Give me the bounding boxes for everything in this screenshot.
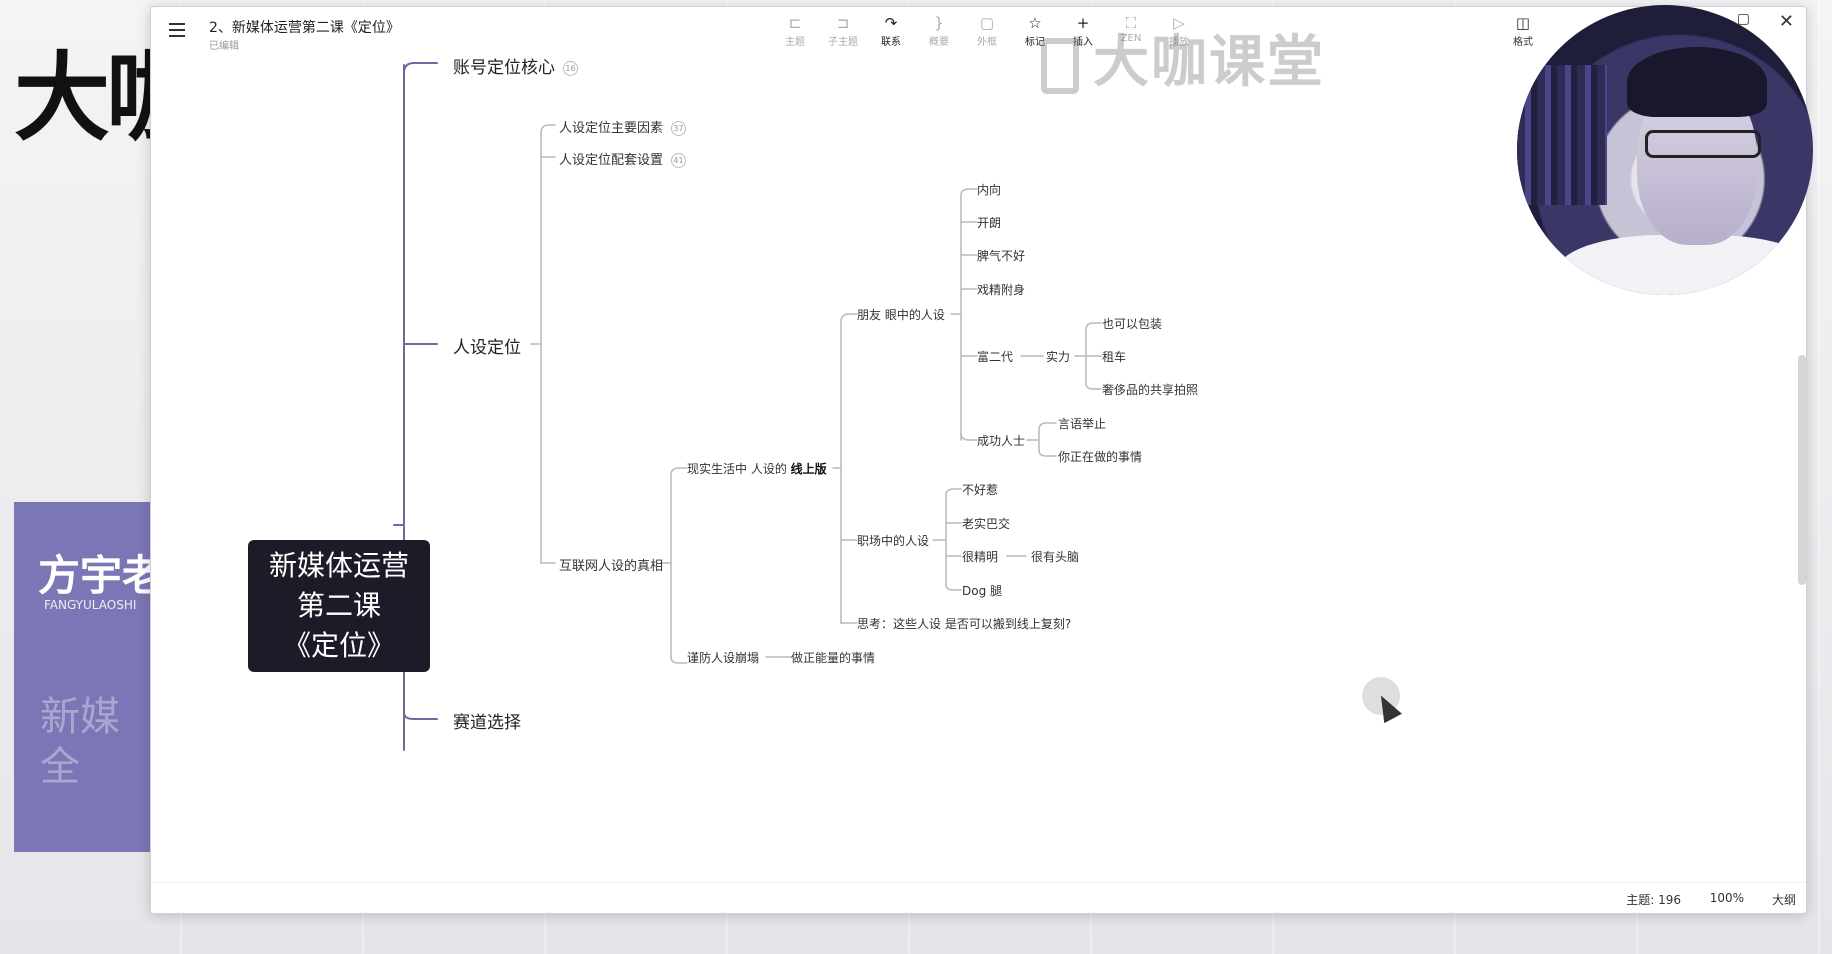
- topic-strength[interactable]: 实力: [1046, 348, 1070, 365]
- hamburger-menu-icon[interactable]: [169, 23, 185, 37]
- summary-icon: }: [934, 14, 944, 32]
- topic-persona-setup[interactable]: 人设定位配套设置 41: [559, 149, 687, 168]
- topic-honest[interactable]: 老实巴交: [962, 515, 1010, 532]
- topic-icon: ⊏: [788, 14, 802, 32]
- background-card-faint-text: 新媒 全: [40, 694, 120, 790]
- status-bar: 主题: 196 100% 大纲: [151, 882, 1806, 913]
- topic-rent-car[interactable]: 租车: [1102, 348, 1126, 365]
- topic-shrewd[interactable]: 很精明: [962, 548, 998, 565]
- topic-bad-temper[interactable]: 脾气不好: [977, 247, 1025, 264]
- format-panel-icon: ◫: [1515, 14, 1531, 32]
- topic-label: 人设定位配套设置: [559, 153, 664, 168]
- topic-offline-to-online[interactable]: 现实生活中 人设的 线上版: [687, 460, 827, 477]
- toolbar-summary-button[interactable]: } 概要: [915, 13, 963, 53]
- vertical-scrollbar[interactable]: [1798, 355, 1806, 585]
- subtopic-icon: ⊐: [836, 14, 850, 32]
- topic-label: 人设定位主要因素: [559, 121, 664, 136]
- topic-introvert[interactable]: 内向: [977, 181, 1001, 198]
- topic-luxury-photo[interactable]: 奢侈品的共享拍照: [1102, 381, 1198, 398]
- root-topic-text: 新媒体运营 第二课 《定位》: [268, 549, 409, 662]
- topic-persona-positioning[interactable]: 人设定位: [453, 333, 521, 358]
- topic-drama[interactable]: 戏精附身: [977, 281, 1025, 298]
- topic-count: 主题: 196: [1626, 893, 1681, 907]
- toolbar-boundary-button[interactable]: ▢ 外框: [963, 13, 1011, 53]
- background-card-subtitle: FANGYULAOSHI: [44, 598, 137, 612]
- toolbar-label: 主题: [785, 37, 805, 48]
- toolbar-relationship-button[interactable]: ↷ 联系: [867, 13, 915, 53]
- topic-positive-energy[interactable]: 做正能量的事情: [791, 649, 875, 666]
- toolbar-label: 子主题: [828, 37, 858, 48]
- topic-friends-persona[interactable]: 朋友 眼中的人设: [857, 306, 945, 323]
- background-card: 方宇老 FANGYULAOSHI 新媒 全: [14, 502, 164, 852]
- collapsed-count-badge[interactable]: 37: [671, 121, 687, 136]
- document-title: 2、新媒体运营第二课《定位》: [209, 20, 400, 36]
- toolbar-topic-button[interactable]: ⊏ 主题: [771, 13, 819, 53]
- topic-label: 账号定位核心: [453, 58, 555, 78]
- toolbar-label: 概要: [929, 37, 949, 48]
- bookshelf: [1517, 65, 1607, 205]
- topic-can-be-packaged[interactable]: 也可以包装: [1102, 315, 1162, 332]
- topic-internet-persona-truth[interactable]: 互联网人设的真相: [559, 555, 663, 574]
- format-label: 格式: [1513, 37, 1533, 48]
- collapsed-count-badge[interactable]: 16: [563, 60, 578, 76]
- webcam-overlay: [1517, 5, 1813, 295]
- presenter-hair: [1627, 47, 1767, 117]
- topic-what-you-do[interactable]: 你正在做的事情: [1058, 448, 1142, 465]
- topic-rich-second-gen[interactable]: 富二代: [977, 348, 1013, 365]
- topic-cheerful[interactable]: 开朗: [977, 214, 1001, 231]
- background-card-title: 方宇老: [38, 551, 165, 600]
- boundary-icon: ▢: [979, 14, 995, 32]
- close-icon[interactable]: ✕: [1779, 11, 1794, 32]
- topic-label-bold: 线上版: [790, 462, 827, 476]
- topic-workplace-persona[interactable]: 职场中的人设: [857, 532, 929, 549]
- title-bar: 2、新媒体运营第二课《定位》 已编辑 ⊏ 主题 ⊐ 子主题 ↷ 联系} 概要 ▢ 外框 ☆ 标记 + 插…: [151, 7, 1806, 95]
- toolbar-label: 联系: [881, 37, 901, 48]
- toolbar-label: 外框: [977, 37, 997, 48]
- presenter-glasses: [1645, 130, 1761, 158]
- topic-label: 现实生活中 人设的: [687, 462, 791, 476]
- topic-successful-person[interactable]: 成功人士: [977, 432, 1025, 449]
- zoom-level[interactable]: 100%: [1710, 891, 1744, 905]
- topic-smart-mind[interactable]: 很有头脑: [1031, 548, 1079, 565]
- topic-prevent-persona-collapse[interactable]: 谨防人设崩塌: [687, 649, 759, 666]
- relationship-icon: ↷: [884, 14, 898, 32]
- outline-button[interactable]: 大纲: [1772, 891, 1796, 908]
- root-topic[interactable]: 新媒体运营 第二课 《定位》: [248, 540, 430, 672]
- topic-dog-legs[interactable]: Dog 腿: [962, 582, 1002, 599]
- format-button[interactable]: ◫ 格式: [1500, 13, 1546, 48]
- topic-thinking-question[interactable]: 思考：这些人设 是否可以搬到线上复刻?: [857, 615, 1071, 632]
- topic-track-selection[interactable]: 赛道选择: [453, 708, 521, 733]
- document-status: 已编辑: [209, 41, 239, 52]
- toolbar-subtopic-button[interactable]: ⊐ 子主题: [819, 13, 867, 53]
- topic-account-positioning-core[interactable]: 账号定位核心 16: [453, 53, 578, 78]
- topic-not-to-mess-with[interactable]: 不好惹: [962, 481, 998, 498]
- topic-persona-main-factors[interactable]: 人设定位主要因素 37: [559, 117, 687, 136]
- topic-manners[interactable]: 言语举止: [1058, 415, 1106, 432]
- collapsed-count-badge[interactable]: 41: [671, 153, 687, 168]
